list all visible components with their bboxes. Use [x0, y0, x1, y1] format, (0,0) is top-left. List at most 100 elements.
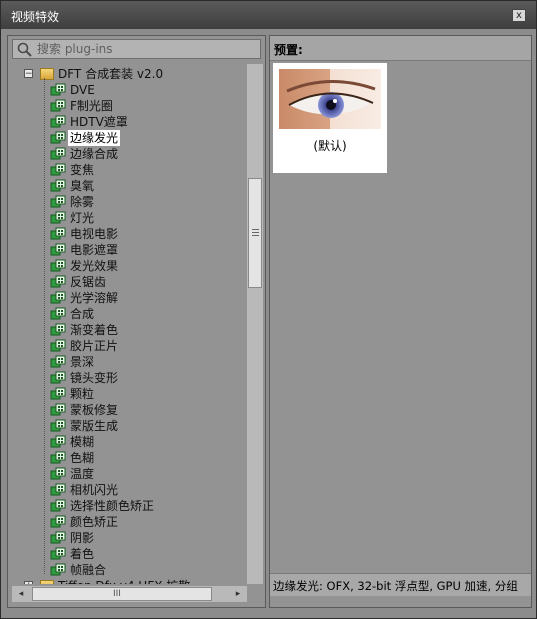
tree-item[interactable]: 合成: [12, 306, 247, 322]
tree-item[interactable]: 选择性颜色矫正: [12, 498, 247, 514]
tree-item[interactable]: 边缘发光: [12, 130, 247, 146]
tree-item[interactable]: 模糊: [12, 434, 247, 450]
tree-item[interactable]: 阴影: [12, 530, 247, 546]
search-input[interactable]: [37, 41, 257, 57]
scroll-right-arrow[interactable]: ▸: [231, 587, 245, 601]
plugin-icon: [50, 563, 66, 577]
tree-item[interactable]: 除雾: [12, 194, 247, 210]
tree-item-label: 边缘合成: [70, 147, 119, 161]
expand-toggle[interactable]: +: [24, 581, 33, 584]
tree-item[interactable]: 帧融合: [12, 562, 247, 578]
tree-item[interactable]: 臭氧: [12, 178, 247, 194]
search-box[interactable]: [12, 39, 261, 59]
folder-icon: [40, 580, 54, 584]
tree-item-label: 变焦: [70, 163, 95, 177]
plugin-icon: [50, 467, 66, 481]
tree-item[interactable]: 边缘合成: [12, 146, 247, 162]
tree-item-label: DVE: [70, 83, 95, 97]
preset-default-thumbnail[interactable]: (默认): [273, 63, 387, 173]
tree-item-label: 臭氧: [70, 179, 95, 193]
plugin-icon: [50, 179, 66, 193]
tree-item[interactable]: 着色: [12, 546, 247, 562]
plugin-icon: [50, 227, 66, 241]
presets-title: 预置:: [274, 43, 303, 57]
grip-line: [252, 232, 259, 233]
tree-item[interactable]: 颜色矫正: [12, 514, 247, 530]
tree-item[interactable]: F制光圈: [12, 98, 247, 114]
tree-item-label: 反锯齿: [70, 275, 107, 289]
tree-item[interactable]: 颗粒: [12, 386, 247, 402]
tree-group-tiffen[interactable]: + Tiffen Dfx v4 HFX 扩散: [12, 578, 247, 584]
plugin-icon: [50, 355, 66, 369]
info-bar: 边缘发光: OFX, 32-bit 浮点型, GPU 加速, 分组: [270, 573, 531, 596]
tree-item[interactable]: 渐变着色: [12, 322, 247, 338]
plugin-info-text: 边缘发光: OFX, 32-bit 浮点型, GPU 加速, 分组: [273, 579, 518, 593]
horizontal-scrollbar[interactable]: ◂ III ▸: [12, 586, 247, 602]
tree-item-label: 选择性颜色矫正: [70, 499, 155, 513]
tree-item-label: 颗粒: [70, 387, 95, 401]
tree-item[interactable]: 相机闪光: [12, 482, 247, 498]
tree-item[interactable]: 反锯齿: [12, 274, 247, 290]
tree-item-label: 边缘发光: [68, 130, 121, 146]
tree-item[interactable]: 镜头变形: [12, 370, 247, 386]
tree-item[interactable]: 电影遮罩: [12, 242, 247, 258]
plugin-icon: [50, 403, 66, 417]
tree-item[interactable]: 光学溶解: [12, 290, 247, 306]
title-bar[interactable]: 视频特效 x: [1, 1, 536, 29]
tree-item[interactable]: 胶片正片: [12, 338, 247, 354]
plugin-icon: [50, 115, 66, 129]
tree-item-label: 帧融合: [70, 563, 107, 577]
plugin-icon: [50, 531, 66, 545]
plugin-icon: [50, 243, 66, 257]
horizontal-scroll-thumb[interactable]: III: [32, 587, 212, 601]
tree-item[interactable]: 发光效果: [12, 258, 247, 274]
plugin-icon: [50, 147, 66, 161]
tree-group-label: DFT 合成套装 v2.0: [58, 67, 164, 81]
plugin-tree-pane: − DFT 合成套装 v2.0 DVE F制光圈 HDTV遮罩边缘发光边缘合成变焦臭氧除…: [7, 35, 266, 608]
tree-item-label: 电视电影: [70, 227, 119, 241]
plugin-icon: [50, 163, 66, 177]
plugin-icon: [50, 483, 66, 497]
plugin-icon: [50, 387, 66, 401]
tree-item-label: 电影遮罩: [70, 243, 119, 257]
plugin-icon: [50, 515, 66, 529]
tree-item[interactable]: 色糊: [12, 450, 247, 466]
vertical-scroll-thumb[interactable]: [248, 178, 262, 288]
plugin-icon: [50, 419, 66, 433]
tree-item-label: 镜头变形: [70, 371, 119, 385]
tree-item-label: 灯光: [70, 211, 95, 225]
tree-item[interactable]: 灯光: [12, 210, 247, 226]
tree-item-label: 阴影: [70, 531, 95, 545]
tree-group-dft[interactable]: − DFT 合成套装 v2.0: [12, 66, 247, 82]
preset-caption: (默认): [313, 139, 347, 153]
tree-item-label: 色糊: [70, 451, 95, 465]
grip-line: [252, 235, 259, 236]
tree-item[interactable]: HDTV遮罩: [12, 114, 247, 130]
tree-item[interactable]: 景深: [12, 354, 247, 370]
plugin-tree: − DFT 合成套装 v2.0 DVE F制光圈 HDTV遮罩 边缘发光 边缘合成变焦臭氧除…: [12, 64, 247, 584]
scroll-left-arrow[interactable]: ◂: [14, 587, 28, 601]
plugin-icon: [50, 499, 66, 513]
tree-item-label: 蒙板修复: [70, 403, 119, 417]
plugin-icon: [50, 83, 66, 97]
tree-item-label: HDTV遮罩: [70, 115, 128, 129]
plugin-icon: [50, 259, 66, 273]
plugin-icon: [50, 435, 66, 449]
collapse-toggle[interactable]: −: [24, 69, 33, 79]
close-button[interactable]: x: [512, 9, 526, 22]
tree-item-label: 相机闪光: [70, 483, 119, 497]
folder-icon: [40, 68, 54, 80]
video-effects-dialog: 视频特效 x − DFT 合成套装 v2.0 DVE F制光圈 HDTV遮罩边缘发光边缘…: [0, 0, 537, 619]
plugin-icon: [50, 195, 66, 209]
tree-item[interactable]: 电视电影: [12, 226, 247, 242]
tree-item[interactable]: 蒙板修复: [12, 402, 247, 418]
tree-item-label: 除雾: [70, 195, 95, 209]
window-title: 视频特效: [11, 10, 60, 24]
vertical-scrollbar[interactable]: [247, 64, 263, 584]
plugin-icon: [50, 99, 66, 113]
plugin-icon: [50, 371, 66, 385]
tree-item[interactable]: 温度: [12, 466, 247, 482]
tree-item[interactable]: DVE: [12, 82, 247, 98]
tree-item[interactable]: 变焦: [12, 162, 247, 178]
tree-item[interactable]: 蒙版生成: [12, 418, 247, 434]
